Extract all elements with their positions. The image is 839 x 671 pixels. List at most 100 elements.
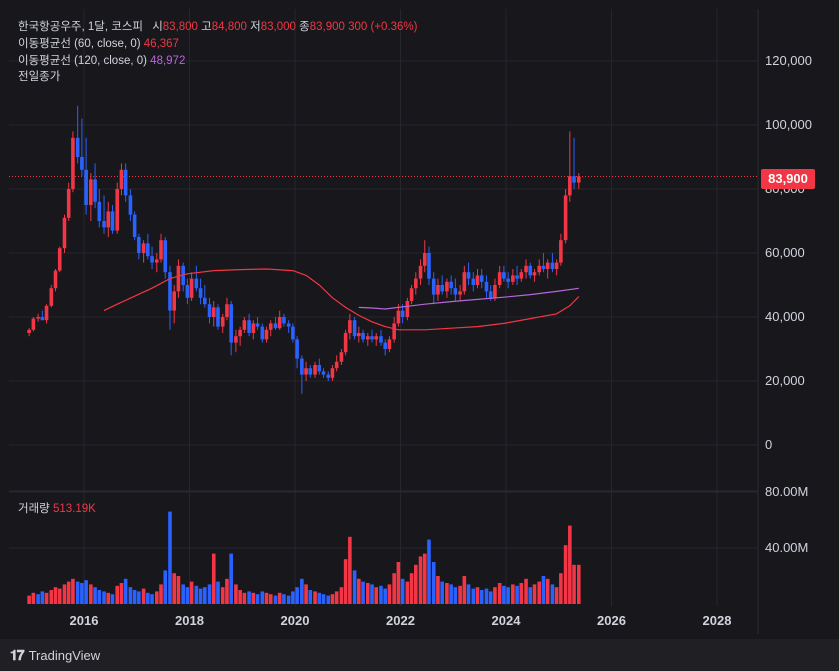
candle-body bbox=[458, 291, 462, 295]
volume-legend[interactable]: 거래량 513.19K bbox=[18, 502, 96, 516]
candle-body bbox=[238, 329, 242, 337]
volume-bar bbox=[176, 576, 181, 604]
time-axis-label: 2028 bbox=[703, 613, 732, 628]
volume-bar bbox=[563, 545, 568, 604]
tradingview-logo[interactable]: 𝟏𝟕 TradingView bbox=[10, 647, 100, 664]
volume-bar bbox=[422, 553, 427, 604]
volume-bar bbox=[352, 570, 357, 604]
candle-body bbox=[264, 329, 269, 340]
volume-bar bbox=[524, 578, 528, 604]
volume-bar bbox=[339, 587, 344, 604]
low-value: 83,000 bbox=[260, 21, 296, 33]
volume-bar bbox=[150, 594, 154, 604]
time-axis-label: 2024 bbox=[492, 613, 522, 628]
volume-bar bbox=[348, 536, 352, 604]
volume-bar bbox=[89, 584, 93, 604]
candle-body bbox=[488, 291, 493, 298]
open-label: 시 bbox=[152, 21, 163, 33]
time-axis-label: 2022 bbox=[386, 613, 415, 628]
volume-bar bbox=[383, 588, 388, 604]
candle-body bbox=[484, 281, 489, 292]
volume-bar bbox=[484, 588, 489, 604]
candle-body bbox=[449, 281, 453, 289]
ma120-legend[interactable]: 이동평균선 (120, close, 0) 48,972 bbox=[18, 54, 185, 68]
volume-bar bbox=[163, 570, 168, 604]
volume-bar bbox=[471, 588, 476, 604]
candle-body bbox=[93, 179, 97, 202]
low-label: 저 bbox=[250, 21, 261, 33]
prev-close-legend[interactable]: 전일종가 bbox=[18, 70, 60, 84]
volume-bar bbox=[211, 553, 216, 604]
candle-body bbox=[291, 326, 295, 340]
candle-body bbox=[80, 157, 84, 170]
candle-body bbox=[282, 317, 286, 324]
volume-bar bbox=[216, 581, 220, 604]
volume-label: 거래량 bbox=[18, 503, 50, 515]
volume-bar bbox=[225, 578, 229, 604]
volume-bar bbox=[97, 590, 102, 604]
candle-body bbox=[396, 310, 401, 324]
ma120-value: 48,972 bbox=[150, 55, 186, 67]
volume-bar bbox=[370, 584, 374, 604]
volume-bar bbox=[185, 587, 190, 604]
candle-body bbox=[273, 323, 278, 329]
volume-bar bbox=[110, 594, 115, 604]
volume-bar bbox=[128, 587, 133, 604]
candle-body bbox=[532, 272, 537, 276]
candle-body bbox=[44, 305, 49, 321]
candle-body bbox=[89, 179, 93, 205]
candle-body bbox=[334, 361, 339, 369]
volume-bar bbox=[387, 584, 392, 604]
volume-bar bbox=[502, 585, 506, 604]
candle-body bbox=[31, 318, 36, 330]
chart-plot-area[interactable]: 020,00040,00060,00080,000100,000120,0004… bbox=[9, 9, 812, 634]
price-axis-label: 40,000 bbox=[765, 309, 805, 324]
candle-body bbox=[247, 320, 251, 333]
candle-body bbox=[379, 336, 383, 343]
volume-bar bbox=[308, 590, 313, 604]
candle-body bbox=[154, 259, 159, 263]
volume-bar bbox=[466, 584, 471, 604]
candle-body bbox=[308, 368, 313, 375]
volume-bar bbox=[282, 594, 286, 604]
candle-body bbox=[528, 265, 533, 276]
candle-body bbox=[49, 288, 54, 306]
candle-body bbox=[537, 265, 542, 273]
candle-body bbox=[330, 368, 335, 378]
candle-body bbox=[128, 195, 133, 215]
candle-body bbox=[370, 336, 374, 340]
candle-body bbox=[295, 339, 299, 359]
candle-body bbox=[176, 265, 181, 292]
candle-body bbox=[392, 323, 396, 340]
candle-body bbox=[479, 275, 484, 282]
candle-body bbox=[106, 211, 111, 228]
symbol-title[interactable]: 한국항공우주, 1달, 코스피 bbox=[18, 21, 143, 33]
candle-body bbox=[511, 275, 515, 282]
chart-canvas[interactable]: 020,00040,00060,00080,000100,000120,0004… bbox=[9, 9, 839, 648]
volume-bar bbox=[431, 562, 436, 604]
volume-bar bbox=[361, 581, 365, 604]
candle-body bbox=[427, 253, 431, 279]
volume-bar bbox=[141, 588, 146, 604]
candle-body bbox=[225, 304, 229, 317]
candle-body bbox=[431, 278, 436, 295]
candle-body bbox=[194, 278, 199, 289]
ma60-legend[interactable]: 이동평균선 (60, close, 0) 46,367 bbox=[18, 37, 179, 51]
volume-bar bbox=[545, 578, 550, 604]
volume-bar bbox=[528, 587, 533, 604]
candle-body bbox=[554, 262, 559, 269]
volume-bar bbox=[321, 594, 326, 604]
volume-bar bbox=[93, 587, 97, 604]
candle-body bbox=[216, 307, 220, 327]
volume-bar bbox=[519, 583, 524, 604]
candle-body bbox=[462, 272, 467, 292]
ma120-label: 이동평균선 (120, close, 0) bbox=[18, 55, 147, 67]
price-axis-label: 120,000 bbox=[765, 53, 812, 68]
volume-bar bbox=[475, 587, 480, 604]
volume-bar bbox=[550, 584, 555, 604]
volume-bar bbox=[44, 592, 49, 604]
ma60-label: 이동평균선 (60, close, 0) bbox=[18, 38, 141, 50]
candle-body bbox=[159, 240, 163, 260]
volume-bar bbox=[515, 585, 519, 604]
candle-body bbox=[418, 265, 423, 279]
